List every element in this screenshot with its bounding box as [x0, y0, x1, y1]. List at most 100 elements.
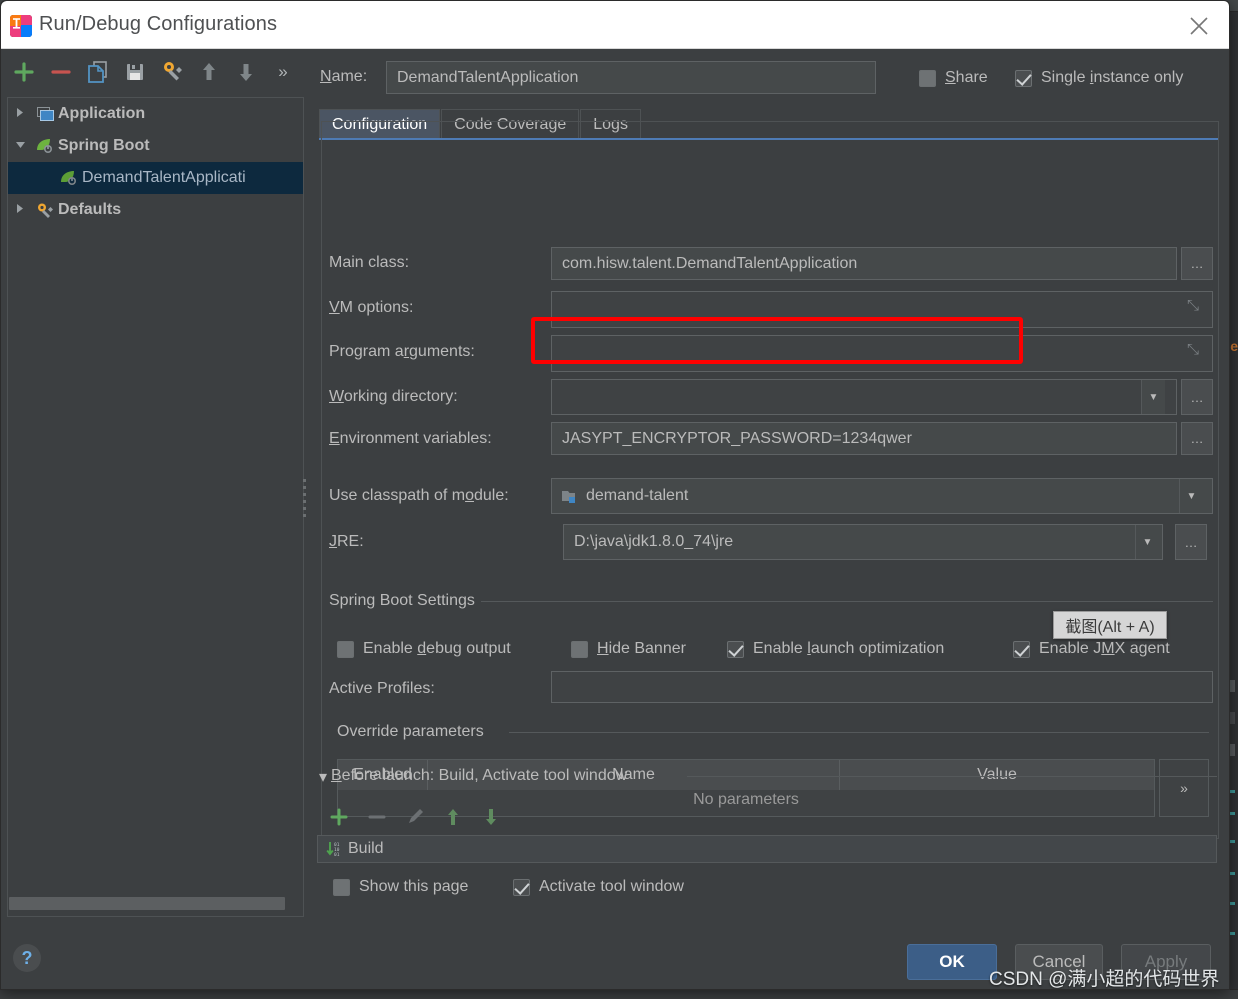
- close-icon[interactable]: [1177, 9, 1221, 41]
- gear-wrench-icon: [32, 202, 58, 219]
- chevron-right-icon[interactable]: [8, 105, 32, 123]
- checkbox-box: [1013, 641, 1030, 658]
- use-classpath-dropdown-arrow[interactable]: ▼: [1179, 479, 1203, 513]
- show-this-page-checkbox[interactable]: Show this page: [333, 878, 468, 896]
- group-separator-line: [481, 601, 1213, 602]
- run-debug-configurations-dialog: Run/Debug Configurations: [0, 0, 1230, 990]
- tree-item-label: Defaults: [58, 201, 121, 219]
- hide-banner-checkbox[interactable]: Hide Banner: [571, 640, 686, 658]
- edit-defaults-button[interactable]: [157, 57, 187, 87]
- tab-configuration[interactable]: Configuration: [319, 109, 440, 139]
- active-profiles-input[interactable]: [551, 671, 1213, 703]
- expand-editor-icon[interactable]: ⤡: [1187, 341, 1199, 358]
- task-label: Build: [348, 840, 384, 858]
- activate-tool-window-checkbox[interactable]: Activate tool window: [513, 878, 684, 896]
- checkbox-box: [337, 641, 354, 658]
- jre-browse-button[interactable]: …: [1175, 524, 1207, 560]
- dialog-title: Run/Debug Configurations: [39, 13, 277, 36]
- jre-dropdown-arrow[interactable]: ▼: [1135, 525, 1159, 559]
- group-separator-line: [509, 732, 1209, 733]
- before-launch-task-build[interactable]: 01 10 01 Build: [317, 835, 1217, 863]
- spring-boot-leaf-icon: [56, 170, 82, 186]
- main-class-input[interactable]: com.hisw.talent.DemandTalentApplication: [551, 247, 1177, 280]
- tab-bar: Configuration Code Coverage Logs: [319, 109, 642, 139]
- name-input[interactable]: DemandTalentApplication: [386, 61, 876, 94]
- vm-options-label: VM options:: [329, 299, 413, 317]
- configurations-tree[interactable]: Application Spring Boot: [7, 97, 304, 917]
- name-label: Name:: [320, 68, 367, 86]
- jre-label: JRE:: [329, 533, 364, 551]
- splitter-handle[interactable]: [303, 479, 309, 521]
- enable-debug-output-checkbox[interactable]: Enable debug output: [337, 640, 511, 658]
- help-button[interactable]: ?: [13, 944, 41, 972]
- checkbox-label: Show this page: [359, 878, 468, 896]
- checkbox-label: Enable launch optimization: [753, 640, 944, 658]
- vm-options-input[interactable]: [551, 291, 1213, 328]
- jre-combobox[interactable]: D:\java\jdk1.8.0_74\jre: [563, 524, 1163, 560]
- tab-underline: [319, 138, 1219, 140]
- svg-text:01: 01: [334, 852, 340, 858]
- edit-task-button: [401, 803, 429, 831]
- before-launch-collapse-icon[interactable]: ▾: [319, 767, 327, 787]
- help-question-icon: ?: [22, 948, 33, 969]
- main-class-browse-button[interactable]: …: [1181, 247, 1213, 280]
- working-directory-input[interactable]: [551, 379, 1177, 415]
- add-task-button[interactable]: [325, 803, 353, 831]
- tab-code-coverage[interactable]: Code Coverage: [441, 109, 579, 139]
- more-options-button[interactable]: »: [268, 57, 298, 87]
- add-configuration-button[interactable]: [9, 57, 39, 87]
- use-classpath-combobox[interactable]: demand-talent: [551, 478, 1213, 514]
- csdn-watermark: CSDN @满小超的代码世界: [989, 964, 1219, 990]
- environment-variables-input[interactable]: JASYPT_ENCRYPTOR_PASSWORD=1234qwer: [551, 422, 1177, 455]
- spring-boot-leaf-icon: [32, 138, 58, 154]
- bg-code-glyph: e: [1230, 338, 1238, 354]
- ide-status-bar: [0, 989, 1238, 999]
- before-launch-separator: [687, 776, 1217, 777]
- program-arguments-label: Program arguments:: [329, 343, 475, 361]
- column-header-value[interactable]: Value: [840, 760, 1154, 790]
- before-launch-header: Before launch: Build, Activate tool wind…: [331, 767, 627, 785]
- table-more-button[interactable]: »: [1159, 759, 1209, 817]
- enable-jmx-agent-checkbox[interactable]: Enable JMX agent: [1013, 640, 1170, 658]
- share-checkbox[interactable]: Share: [919, 69, 988, 87]
- spring-boot-settings-group-label: Spring Boot Settings: [329, 592, 475, 610]
- environment-variables-browse-button[interactable]: …: [1181, 422, 1213, 455]
- checkbox-label: Hide Banner: [597, 640, 686, 658]
- environment-variables-label: Environment variables:: [329, 430, 492, 448]
- working-directory-dropdown-arrow[interactable]: ▼: [1141, 380, 1165, 414]
- move-down-button[interactable]: [231, 57, 261, 87]
- working-directory-browse-button[interactable]: …: [1181, 379, 1213, 415]
- tree-item-label: Application: [58, 105, 145, 123]
- chevron-down-icon[interactable]: [8, 137, 32, 155]
- copy-configuration-button[interactable]: [83, 57, 113, 87]
- enable-launch-optimization-checkbox[interactable]: Enable launch optimization: [727, 640, 944, 658]
- remove-configuration-button[interactable]: [46, 57, 76, 87]
- checkbox-box: [333, 879, 350, 896]
- checkbox-box: [571, 641, 588, 658]
- checkbox-box: [513, 879, 530, 896]
- override-parameters-label: Override parameters: [337, 723, 484, 741]
- tree-item-spring-boot[interactable]: Spring Boot: [8, 130, 303, 162]
- tree-item-demand-talent-application[interactable]: DemandTalentApplicati: [8, 162, 303, 194]
- program-arguments-input[interactable]: [551, 335, 1213, 372]
- tree-horizontal-scrollbar[interactable]: [9, 897, 285, 910]
- module-folder-icon: [562, 489, 579, 504]
- checkbox-box: [1015, 70, 1032, 87]
- move-task-up-button: [439, 803, 467, 831]
- move-up-button[interactable]: [194, 57, 224, 87]
- expand-editor-icon[interactable]: ⤡: [1187, 297, 1199, 314]
- tab-logs[interactable]: Logs: [580, 109, 641, 139]
- intellij-idea-icon: [10, 15, 32, 37]
- checkbox-label: Activate tool window: [539, 878, 684, 896]
- single-instance-label: Single instance only: [1041, 69, 1183, 87]
- build-compile-icon: 01 10 01: [326, 841, 342, 858]
- tree-item-defaults[interactable]: Defaults: [8, 194, 303, 226]
- configuration-pane: Configuration Code Coverage Logs Main cl…: [313, 101, 1221, 917]
- tree-item-application[interactable]: Application: [8, 98, 303, 130]
- chevron-right-icon[interactable]: [8, 201, 32, 219]
- save-configuration-button[interactable]: [120, 57, 150, 87]
- single-instance-only-checkbox[interactable]: Single instance only: [1015, 69, 1183, 87]
- share-label: Share: [945, 69, 988, 87]
- remove-task-button: [363, 803, 391, 831]
- ok-button[interactable]: OK: [907, 944, 997, 980]
